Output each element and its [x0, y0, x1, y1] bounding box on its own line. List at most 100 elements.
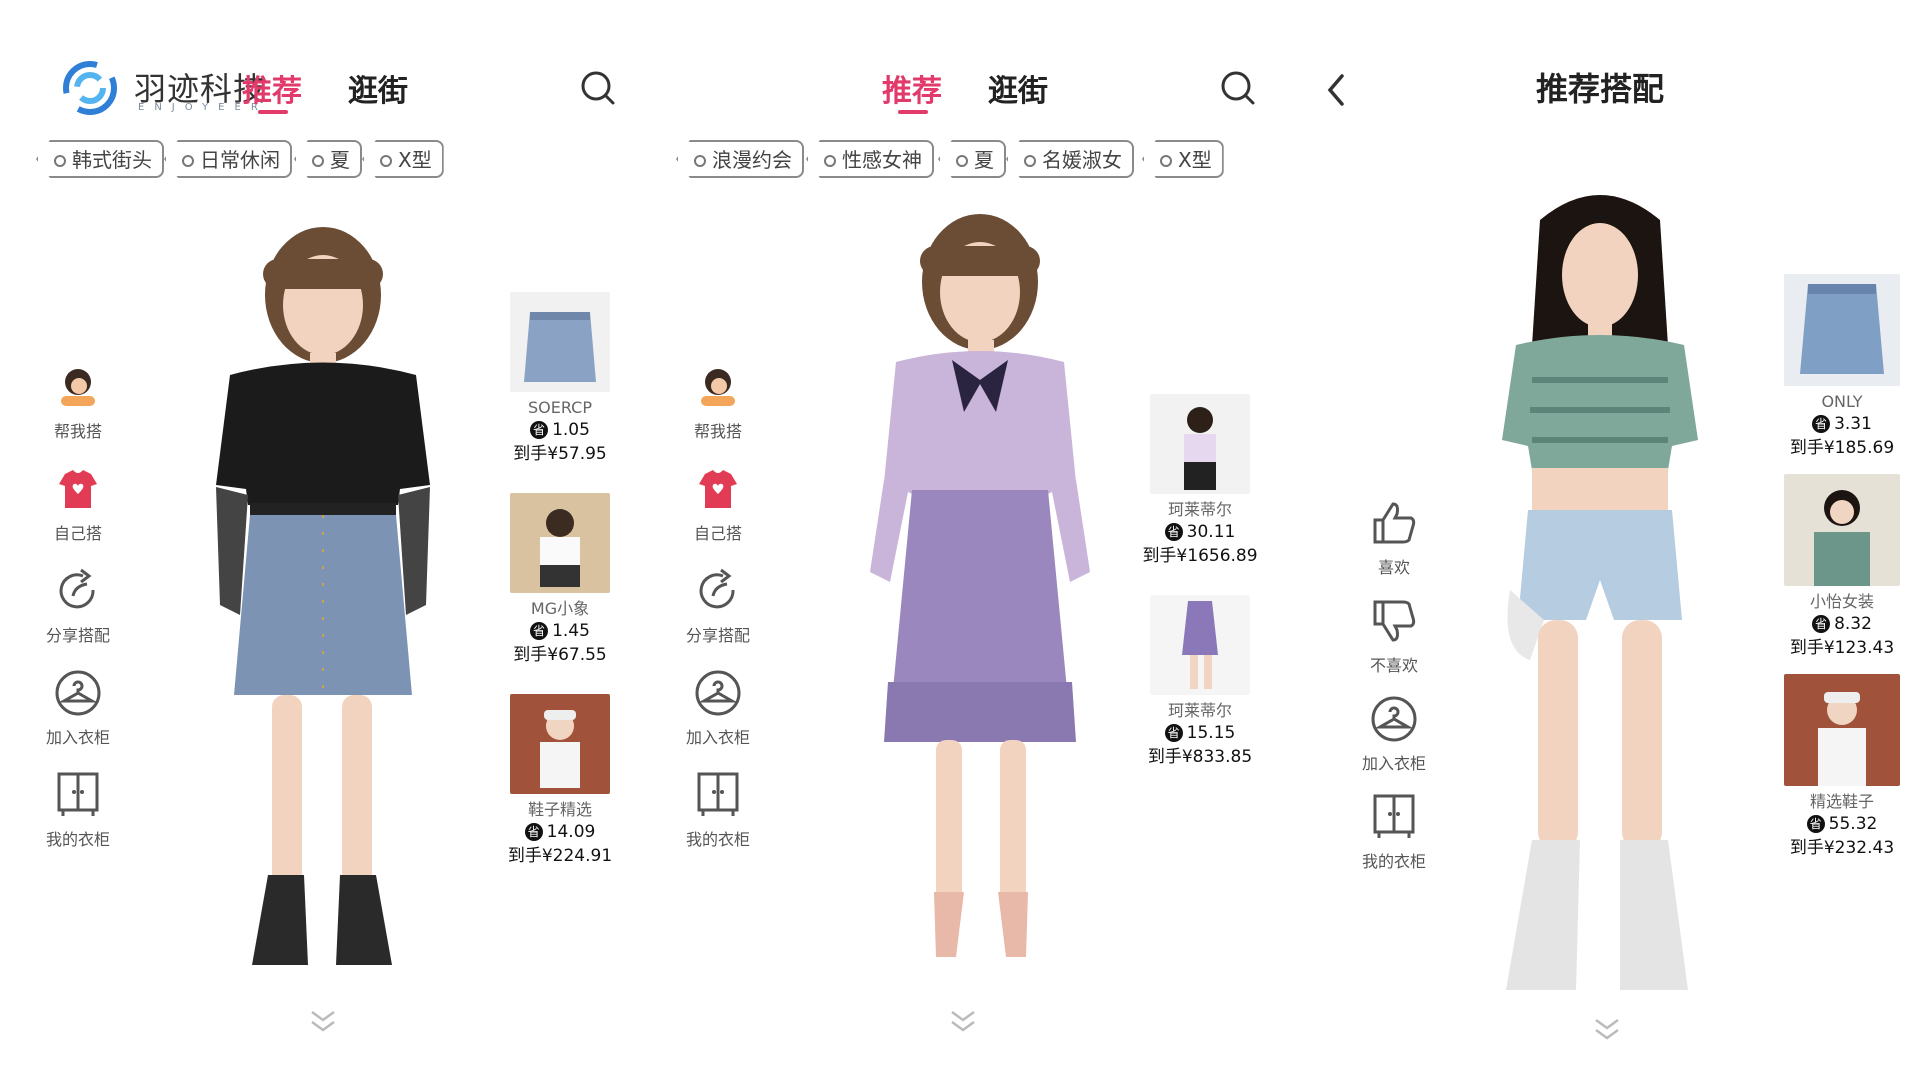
product-thumbnail	[510, 292, 610, 392]
chevron-down-icon[interactable]	[948, 1008, 978, 1034]
page-title: 推荐搭配	[1535, 70, 1664, 108]
avatar-model-image	[216, 227, 430, 965]
product-savings: 省 30.11	[1140, 520, 1260, 544]
add-to-wardrobe-button[interactable]: 加入衣柜	[1344, 694, 1444, 774]
product-card[interactable]: 鞋子精选 省 14.09 到手¥224.91	[500, 694, 620, 868]
product-card[interactable]: 小怡女装 省 8.32 到手¥123.43	[1782, 474, 1902, 660]
style-myself-icon	[59, 470, 97, 508]
product-thumbnail	[1784, 474, 1900, 586]
add-to-wardrobe-button[interactable]: 加入衣柜	[668, 668, 768, 748]
product-card[interactable]: ONLY 省 3.31 到手¥185.69	[1782, 274, 1902, 460]
share-icon	[59, 568, 95, 609]
hanger-icon	[55, 670, 101, 716]
avatar-model-image	[870, 214, 1090, 957]
product-savings: 省 1.45	[500, 619, 620, 643]
product-card[interactable]: MG小象 省 1.45 到手¥67.55	[500, 493, 620, 667]
help-me-style-icon	[61, 369, 95, 406]
tag-item[interactable]: 性感女神	[806, 140, 934, 178]
save-badge: 省	[530, 421, 549, 439]
tab-recommend[interactable]: 推荐	[242, 66, 302, 110]
product-card[interactable]: 珂莱蒂尔 省 30.11 到手¥1656.89	[1140, 394, 1260, 568]
my-wardrobe-button[interactable]: 我的衣柜	[1344, 792, 1444, 872]
style-tags: 韩式街头 日常休闲 夏 X型	[36, 140, 456, 182]
tab-recommend[interactable]: 推荐	[882, 66, 942, 110]
savings-amount: 30.11	[1186, 522, 1236, 542]
wardrobe-icon	[697, 772, 739, 816]
chevron-down-icon[interactable]	[308, 1008, 338, 1034]
product-card[interactable]: 精选鞋子 省 55.32 到手¥232.43	[1782, 674, 1902, 860]
product-brand: 珂莱蒂尔	[1167, 500, 1232, 519]
product-price: 到手¥833.85	[1147, 747, 1253, 767]
tag-item[interactable]: X型	[362, 140, 444, 178]
savings-amount: 55.32	[1828, 814, 1878, 834]
action-label: 我的衣柜	[45, 830, 110, 849]
savings-amount: 1.45	[552, 621, 590, 641]
action-label: 分享搭配	[45, 626, 110, 645]
wardrobe-icon	[1373, 794, 1415, 838]
tag-item[interactable]: X型	[1142, 140, 1224, 178]
product-thumbnail	[1150, 394, 1250, 494]
tab-active-indicator	[258, 110, 288, 114]
savings-amount: 8.32	[1834, 614, 1872, 634]
share-outfit-button[interactable]: 分享搭配	[668, 566, 768, 646]
product-price: 到手¥123.43	[1789, 638, 1895, 658]
search-icon[interactable]	[1218, 68, 1258, 108]
my-wardrobe-button[interactable]: 我的衣柜	[28, 770, 128, 850]
chevron-down-icon[interactable]	[1592, 1016, 1622, 1040]
dislike-button[interactable]: 不喜欢	[1344, 596, 1444, 676]
product-price: 到手¥1656.89	[1142, 546, 1258, 566]
tab-browse[interactable]: 逛街	[348, 66, 408, 110]
tag-item[interactable]: 浪漫约会	[676, 140, 804, 178]
savings-amount: 3.31	[1834, 414, 1872, 434]
action-label: 帮我搭	[53, 422, 102, 441]
screen-outfit-recommendation: 推荐搭配 喜欢 不喜欢 加入衣柜 我的衣柜 ONLY 省 3.31 到手¥185…	[1280, 0, 1920, 1040]
thumbs-down-icon	[1373, 600, 1416, 642]
savings-amount: 15.15	[1186, 723, 1236, 743]
share-outfit-button[interactable]: 分享搭配	[28, 566, 128, 646]
style-tags: 浪漫约会 性感女神 夏 名媛淑女 X型	[676, 140, 1236, 182]
wardrobe-icon	[57, 772, 99, 816]
product-brand: 精选鞋子	[1809, 792, 1874, 811]
tag-item[interactable]: 夏	[938, 140, 1006, 178]
action-label: 加入衣柜	[1361, 754, 1426, 773]
add-to-wardrobe-button[interactable]: 加入衣柜	[28, 668, 128, 748]
product-brand: ONLY	[1821, 392, 1863, 411]
like-button[interactable]: 喜欢	[1344, 498, 1444, 578]
product-brand: 小怡女装	[1809, 592, 1874, 611]
product-savings: 省 3.31	[1782, 412, 1902, 436]
action-label: 我的衣柜	[1361, 852, 1426, 871]
tag-item[interactable]: 名媛淑女	[1006, 140, 1134, 178]
tab-browse[interactable]: 逛街	[988, 66, 1048, 110]
help-me-style-icon	[701, 369, 735, 406]
my-wardrobe-button[interactable]: 我的衣柜	[668, 770, 768, 850]
action-label: 帮我搭	[693, 422, 742, 441]
action-label: 不喜欢	[1369, 656, 1418, 675]
help-me-style-button[interactable]: 帮我搭	[28, 362, 128, 442]
tag-item[interactable]: 日常休闲	[164, 140, 292, 178]
share-icon	[699, 568, 735, 609]
product-price: 到手¥67.55	[513, 645, 607, 665]
save-badge: 省	[524, 823, 543, 841]
action-label: 我的衣柜	[685, 830, 750, 849]
screen-recommend-2: 推荐 逛街 浪漫约会 性感女神 夏 名媛淑女 X型 帮我搭 自己搭 分享搭配 加…	[640, 0, 1280, 1040]
save-badge: 省	[1812, 415, 1831, 433]
product-savings: 省 8.32	[1782, 612, 1902, 636]
savings-amount: 14.09	[546, 822, 596, 842]
product-card[interactable]: SOERCP 省 1.05 到手¥57.95	[500, 292, 620, 466]
style-myself-button[interactable]: 自己搭	[668, 464, 768, 544]
tag-item[interactable]: 韩式街头	[36, 140, 164, 178]
product-brand: SOERCP	[528, 398, 592, 417]
action-label: 加入衣柜	[685, 728, 750, 747]
style-myself-button[interactable]: 自己搭	[28, 464, 128, 544]
savings-amount: 1.05	[552, 420, 590, 440]
product-brand: 珂莱蒂尔	[1167, 701, 1232, 720]
help-me-style-button[interactable]: 帮我搭	[668, 362, 768, 442]
tag-item[interactable]: 夏	[294, 140, 362, 178]
product-brand: 鞋子精选	[527, 800, 592, 819]
save-badge: 省	[1806, 815, 1825, 833]
style-myself-icon	[699, 470, 737, 508]
save-badge: 省	[530, 622, 549, 640]
search-icon[interactable]	[578, 68, 618, 108]
product-savings: 省 15.15	[1140, 721, 1260, 745]
product-card[interactable]: 珂莱蒂尔 省 15.15 到手¥833.85	[1140, 595, 1260, 769]
